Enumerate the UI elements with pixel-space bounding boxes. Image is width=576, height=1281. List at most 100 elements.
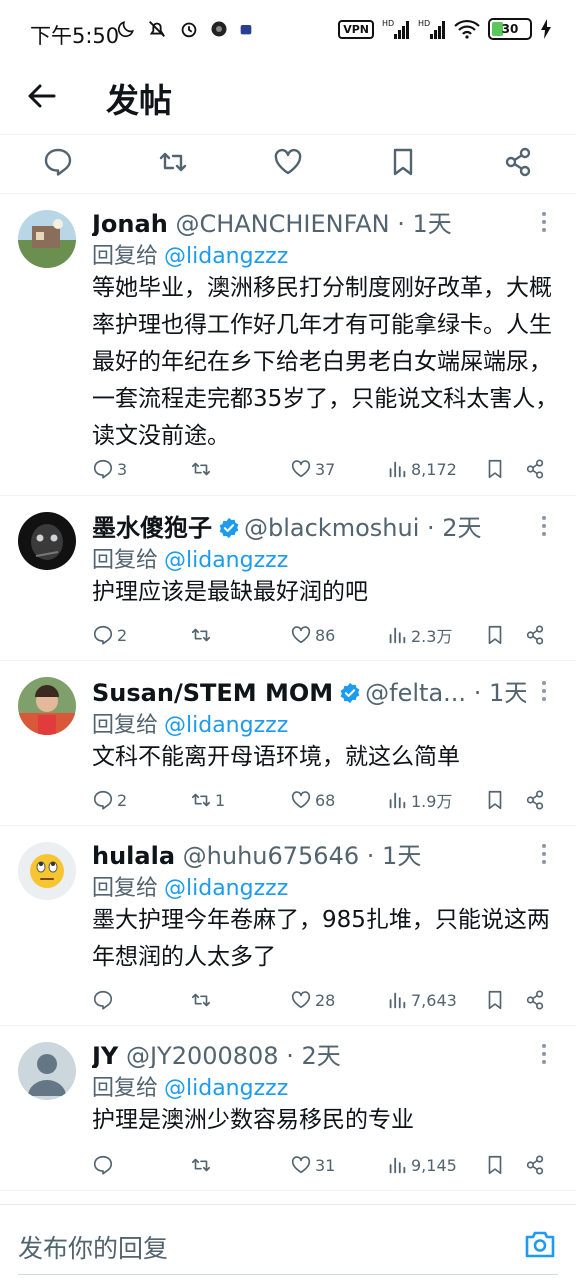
bookmark-icon[interactable]: [484, 1150, 506, 1180]
app-icon: [240, 25, 252, 35]
view-count[interactable]: 8,172: [386, 454, 457, 484]
reply-icon: [93, 990, 113, 1010]
more-options-icon[interactable]: [534, 842, 554, 866]
like-count[interactable]: 37: [290, 454, 335, 484]
retweet-icon[interactable]: [157, 146, 189, 178]
post-time: 1天: [382, 842, 422, 868]
signal-icon: HD: [382, 19, 409, 39]
like-count[interactable]: 31: [290, 1150, 335, 1180]
retweet-count[interactable]: [190, 985, 215, 1015]
avatar[interactable]: [18, 1042, 76, 1100]
share-icon[interactable]: [524, 620, 546, 650]
view-count[interactable]: 2.3万: [386, 620, 452, 650]
reply-text: 墨大护理今年卷麻了，985扎堆，只能说这两年想润的人太多了: [92, 907, 550, 970]
display-name[interactable]: Jonah: [92, 210, 168, 236]
separator-dot: ·: [397, 210, 405, 236]
reply-stats: 2 1 68 1.9万: [92, 785, 562, 815]
share-icon[interactable]: [524, 985, 546, 1015]
bookmark-icon[interactable]: [484, 785, 506, 815]
reply-icon[interactable]: [42, 146, 74, 178]
views-icon: [389, 992, 406, 1009]
share-icon[interactable]: [524, 1150, 546, 1180]
display-name[interactable]: Susan/STEM MOM: [92, 679, 333, 705]
reply-text: 护理应该是最缺最好润的吧: [92, 579, 368, 605]
retweet-icon: [191, 1158, 211, 1172]
mute-icon: [149, 21, 165, 37]
reply-item[interactable]: hulala @huhu675646 · 1天 回复给 @lidangzzz 墨大…: [0, 826, 576, 1026]
bookmark-icon[interactable]: [387, 146, 419, 178]
reply-header: 墨水傻狍子 @blackmoshui · 2天: [92, 508, 526, 540]
views-icon: [389, 792, 406, 809]
avatar[interactable]: [18, 842, 76, 900]
retweet-count[interactable]: 1: [190, 785, 225, 815]
view-count[interactable]: 7,643: [386, 985, 457, 1015]
bookmark-icon[interactable]: [484, 985, 506, 1015]
like-count[interactable]: 68: [290, 785, 335, 815]
view-count-value: 8,172: [411, 459, 457, 479]
reply-icon: [93, 1155, 113, 1175]
retweet-count[interactable]: [190, 1150, 215, 1180]
reply-count[interactable]: 2: [92, 620, 127, 650]
retweet-count[interactable]: [190, 454, 215, 484]
retweet-icon: [191, 793, 211, 807]
status-right-icons: VPN HD HD 30: [338, 18, 552, 40]
like-icon: [291, 626, 311, 644]
view-count[interactable]: 1.9万: [386, 785, 452, 815]
camera-icon[interactable]: [524, 1229, 556, 1259]
reply-count[interactable]: [92, 1150, 117, 1180]
reply-header: Susan/STEM MOM @felta... · 1天: [92, 673, 526, 705]
more-options-icon[interactable]: [534, 210, 554, 234]
retweet-count-value: 1: [215, 790, 226, 810]
reply-to: 回复给 @lidangzzz: [92, 542, 288, 574]
svg-text:HD: HD: [382, 19, 394, 28]
wifi-icon: [454, 19, 480, 39]
like-icon[interactable]: [272, 146, 304, 178]
avatar[interactable]: [18, 210, 76, 268]
like-count[interactable]: 86: [290, 620, 335, 650]
reply-item[interactable]: JY @JY2000808 · 2天 回复给 @lidangzzz 护理是澳洲少数…: [0, 1026, 576, 1191]
reply-to-handle[interactable]: @lidangzzz: [164, 876, 288, 901]
more-options-icon[interactable]: [534, 679, 554, 703]
more-options-icon[interactable]: [534, 514, 554, 538]
reply-item[interactable]: 墨水傻狍子 @blackmoshui · 2天 回复给 @lidangzzz 护理应…: [0, 496, 576, 661]
status-time: 下午5:50: [30, 24, 120, 48]
alarm-icon: [181, 22, 197, 38]
display-name[interactable]: 墨水傻狍子: [92, 514, 212, 540]
reply-count[interactable]: 2: [92, 785, 127, 815]
reply-to-label: 回复给: [92, 548, 159, 573]
reply-text: 护理是澳洲少数容易移民的专业: [92, 1107, 414, 1133]
display-name[interactable]: JY: [92, 1042, 118, 1068]
battery-indicator: 30: [488, 18, 532, 40]
share-icon[interactable]: [524, 454, 546, 484]
avatar[interactable]: [18, 677, 76, 735]
reply-to-handle[interactable]: @lidangzzz: [164, 713, 288, 738]
reply-count[interactable]: [92, 985, 117, 1015]
reply-count[interactable]: 3: [92, 454, 127, 484]
reply-input[interactable]: 发布你的回复: [18, 1229, 168, 1265]
user-handle: @huhu675646: [182, 842, 360, 868]
share-icon[interactable]: [524, 785, 546, 815]
bookmark-icon[interactable]: [484, 454, 506, 484]
reply-item[interactable]: Susan/STEM MOM @felta... · 1天 回复给 @lidangz…: [0, 661, 576, 826]
view-count-value: 9,145: [411, 1155, 457, 1175]
input-underline: [18, 1274, 558, 1275]
arrow-left-icon[interactable]: [24, 78, 60, 114]
more-options-icon[interactable]: [534, 1042, 554, 1066]
verified-badge-icon: [340, 682, 360, 704]
vpn-badge: VPN: [338, 19, 374, 39]
view-count[interactable]: 9,145: [386, 1150, 457, 1180]
reply-count-value: 3: [117, 459, 128, 479]
reply-to-handle[interactable]: @lidangzzz: [164, 1076, 288, 1101]
like-count[interactable]: 28: [290, 985, 335, 1015]
retweet-count[interactable]: [190, 620, 215, 650]
reply-to-label: 回复给: [92, 713, 159, 738]
reply-text: 等她毕业，澳洲移民打分制度刚好改革，大概率护理也得工作好几年才有可能拿绿卡。人生…: [92, 275, 559, 449]
reply-text: 文科不能离开母语环境，就这么简单: [92, 744, 460, 770]
share-icon[interactable]: [502, 146, 534, 178]
display-name[interactable]: hulala: [92, 842, 175, 868]
reply-to-handle[interactable]: @lidangzzz: [164, 548, 288, 573]
reply-item[interactable]: Jonah @CHANCHIENFAN · 1天 回复给 @lidangzzz 等…: [0, 194, 576, 496]
reply-to-handle[interactable]: @lidangzzz: [164, 244, 288, 269]
bookmark-icon[interactable]: [484, 620, 506, 650]
avatar[interactable]: [18, 512, 76, 570]
